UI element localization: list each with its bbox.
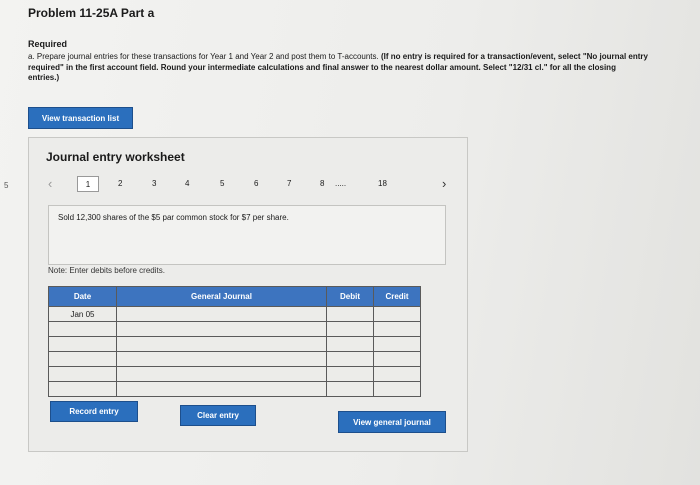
- column-header-date: Date: [48, 286, 117, 307]
- pager-page-6[interactable]: 6: [254, 179, 258, 188]
- account-cell[interactable]: [116, 381, 327, 397]
- pager-page-7[interactable]: 7: [287, 179, 291, 188]
- pager-page-4[interactable]: 4: [185, 179, 189, 188]
- account-cell[interactable]: [116, 351, 327, 367]
- edge-mark: 5: [4, 181, 9, 190]
- account-cell[interactable]: [116, 336, 327, 352]
- date-cell[interactable]: [48, 381, 117, 397]
- worksheet-pager: ‹ 1 2 3 4 5 6 7 8 ..... 18 ›: [42, 176, 462, 194]
- credit-cell[interactable]: [373, 306, 421, 322]
- table-row: [48, 381, 421, 397]
- table-row: [48, 321, 421, 337]
- table-row: Jan 05: [48, 306, 421, 322]
- debit-cell[interactable]: [326, 381, 374, 397]
- pager-page-3[interactable]: 3: [152, 179, 156, 188]
- credit-cell[interactable]: [373, 336, 421, 352]
- date-cell[interactable]: [48, 321, 117, 337]
- instructions-plain: a. Prepare journal entries for these tra…: [28, 52, 379, 61]
- account-cell[interactable]: [116, 366, 327, 382]
- debit-cell[interactable]: [326, 336, 374, 352]
- column-header-debit: Debit: [326, 286, 374, 307]
- date-cell[interactable]: Jan 05: [48, 306, 117, 322]
- view-general-journal-button[interactable]: View general journal: [338, 411, 446, 433]
- column-header-general-journal: General Journal: [116, 286, 327, 307]
- account-cell[interactable]: [116, 321, 327, 337]
- column-header-credit: Credit: [373, 286, 421, 307]
- debit-cell[interactable]: [326, 351, 374, 367]
- instructions-text: a. Prepare journal entries for these tra…: [28, 52, 648, 84]
- transaction-description: Sold 12,300 shares of the $5 par common …: [58, 213, 289, 222]
- worksheet-title: Journal entry worksheet: [46, 150, 185, 164]
- credit-cell[interactable]: [373, 321, 421, 337]
- account-cell[interactable]: [116, 306, 327, 322]
- date-cell[interactable]: [48, 336, 117, 352]
- debit-cell[interactable]: [326, 321, 374, 337]
- journal-entry-table: Date General Journal Debit Credit Jan 05: [48, 286, 421, 397]
- chevron-right-icon[interactable]: ›: [442, 176, 446, 192]
- pager-page-8[interactable]: 8: [320, 179, 324, 188]
- chevron-left-icon[interactable]: ‹: [48, 176, 52, 192]
- debit-cell[interactable]: [326, 306, 374, 322]
- credit-cell[interactable]: [373, 381, 421, 397]
- required-label: Required: [28, 39, 68, 49]
- pager-ellipsis: .....: [335, 179, 347, 188]
- date-cell[interactable]: [48, 351, 117, 367]
- pager-page-2[interactable]: 2: [118, 179, 122, 188]
- page-title: Problem 11-25A Part a: [28, 6, 155, 20]
- record-entry-button[interactable]: Record entry: [50, 401, 138, 422]
- table-row: [48, 351, 421, 367]
- debits-credits-note: Note: Enter debits before credits.: [48, 266, 165, 275]
- table-row: [48, 366, 421, 382]
- debit-cell[interactable]: [326, 366, 374, 382]
- table-row: [48, 336, 421, 352]
- pager-page-5[interactable]: 5: [220, 179, 224, 188]
- view-transaction-list-button[interactable]: View transaction list: [28, 107, 133, 129]
- clear-entry-button[interactable]: Clear entry: [180, 405, 256, 426]
- credit-cell[interactable]: [373, 351, 421, 367]
- pager-page-1[interactable]: 1: [77, 176, 99, 192]
- pager-page-18[interactable]: 18: [378, 179, 387, 188]
- credit-cell[interactable]: [373, 366, 421, 382]
- date-cell[interactable]: [48, 366, 117, 382]
